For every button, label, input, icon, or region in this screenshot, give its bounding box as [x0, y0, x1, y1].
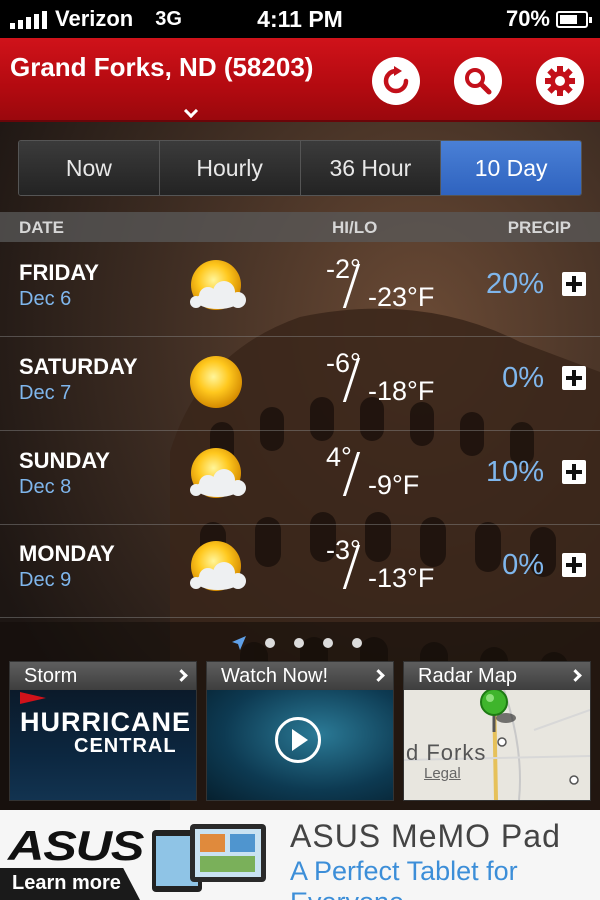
partly-cloudy-icon [180, 258, 260, 318]
search-icon [465, 68, 492, 95]
forecast-day: SATURDAY [19, 354, 138, 379]
expand-plus-icon[interactable] [562, 272, 586, 296]
page-dot[interactable] [323, 638, 333, 648]
battery-percent: 70% [505, 6, 550, 31]
forecast-low: -23°F [368, 282, 435, 312]
precip-column-header: PRECIP [507, 218, 571, 237]
map-legal-link[interactable]: Legal [424, 765, 461, 782]
hilo-column-header: HI/LO [332, 218, 378, 237]
map-city-label: d Forks [406, 740, 487, 765]
battery-icon [556, 11, 592, 28]
hurricane-text: HURRICANE [20, 707, 191, 737]
sunny-icon [180, 352, 260, 412]
partly-cloudy-icon [180, 539, 260, 599]
ad-headline: ASUS MeMO Pad [290, 818, 561, 854]
forecast-tabs: Now Hourly 36 Hour 10 Day [18, 140, 582, 196]
forecast-high: 4° [326, 442, 352, 472]
storm-card-title: Storm [24, 664, 78, 687]
hilo-divider [350, 264, 354, 310]
refresh-icon [383, 66, 409, 94]
partly-cloudy-icon [180, 446, 260, 506]
page-dot[interactable] [294, 638, 304, 648]
forecast-low: -13°F [368, 563, 435, 593]
tab-36-hour[interactable]: 36 Hour [300, 141, 442, 195]
location-title[interactable]: Grand Forks, ND (58203) [10, 52, 313, 83]
location-arrow-icon [232, 636, 246, 650]
forecast-date: Dec 7 [19, 382, 72, 404]
tab-10-day[interactable]: 10 Day [441, 141, 581, 195]
ad-banner[interactable]: ASUS Learn more ASUS MeMO Pad A Perfect … [0, 810, 600, 900]
tab-hourly[interactable]: Hourly [159, 141, 301, 195]
video-thumbnail [207, 690, 393, 800]
forecast-precip: 0% [502, 362, 544, 394]
asus-logo: ASUS [8, 822, 144, 869]
central-text: CENTRAL [74, 735, 177, 757]
hurricane-central-image: HURRICANE CENTRAL [10, 690, 196, 800]
forecast-date: Dec 6 [19, 288, 72, 310]
map-thumbnail: d Forks Legal [404, 690, 590, 800]
forecast-row[interactable]: SATURDAY Dec 7 -6° -18°F 0% [0, 338, 600, 431]
forecast-row[interactable]: FRIDAY Dec 6 -2° -23°F 20% [0, 244, 600, 337]
play-icon[interactable] [275, 717, 321, 763]
settings-button[interactable] [536, 57, 584, 105]
forecast-date: Dec 8 [19, 476, 72, 498]
radar-map-card-title: Radar Map [418, 664, 517, 687]
expand-plus-icon[interactable] [562, 460, 586, 484]
tab-now[interactable]: Now [19, 141, 160, 195]
hilo-divider [350, 545, 354, 591]
date-column-header: DATE [19, 218, 65, 237]
forecast-low: -18°F [368, 376, 435, 406]
watch-now-card-title: Watch Now! [221, 664, 329, 687]
page-dot[interactable] [265, 638, 275, 648]
forecast-row[interactable]: SUNDAY Dec 8 4° -9°F 10% [0, 432, 600, 525]
forecast-precip: 10% [485, 456, 544, 488]
hilo-divider [350, 452, 354, 498]
forecast-day: FRIDAY [19, 260, 99, 285]
map-pin-icon [480, 690, 516, 732]
refresh-button[interactable] [372, 57, 420, 105]
gear-icon [545, 66, 575, 96]
learn-more-label[interactable]: Learn more [12, 872, 121, 895]
app-header: Grand Forks, ND (58203) [0, 38, 600, 122]
forecast-precip: 20% [485, 268, 544, 300]
forecast-table-header: DATE HI/LO PRECIP [0, 212, 600, 242]
search-button[interactable] [454, 57, 502, 105]
forecast-date: Dec 9 [19, 569, 72, 591]
chevron-right-icon [372, 669, 385, 682]
chevron-right-icon [569, 669, 582, 682]
page-indicator[interactable] [232, 636, 362, 650]
chevron-right-icon [175, 669, 188, 682]
forecast-low: -9°F [368, 470, 420, 500]
forecast-row[interactable]: MONDAY Dec 9 -3° -13°F 0% [0, 525, 600, 618]
forecast-day: SUNDAY [19, 448, 110, 473]
tablet-product-image [152, 824, 266, 892]
forecast-day: MONDAY [19, 541, 115, 566]
watch-now-card[interactable]: Watch Now! [206, 661, 394, 801]
hilo-divider [350, 358, 354, 404]
radar-map-card[interactable]: Radar Map d Forks Legal [403, 661, 591, 801]
storm-card[interactable]: Storm HURRICANE CENTRAL [9, 661, 197, 801]
expand-plus-icon[interactable] [562, 553, 586, 577]
status-bar: Verizon 3G 4:11 PM 70% [0, 0, 600, 38]
page-dot[interactable] [352, 638, 362, 648]
expand-plus-icon[interactable] [562, 366, 586, 390]
ad-tagline: A Perfect Tablet for Everyone [290, 856, 518, 900]
forecast-precip: 0% [502, 549, 544, 581]
chevron-down-icon[interactable] [183, 103, 199, 119]
